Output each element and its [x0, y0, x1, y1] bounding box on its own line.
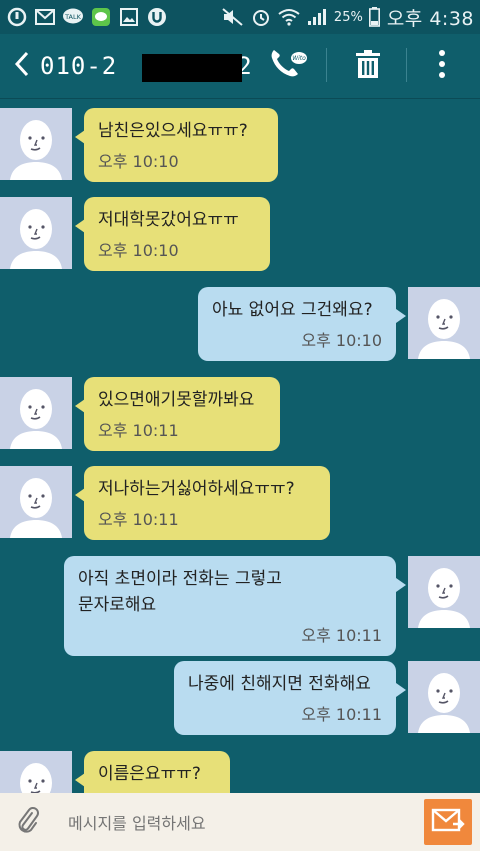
message-time: 오후 10:10 — [98, 152, 179, 171]
battery-percent: 25% — [333, 9, 363, 25]
email-icon — [34, 7, 56, 27]
contact-number-start: 010-2 — [40, 52, 118, 80]
message-time: 오후 10:10 — [301, 331, 382, 350]
u-app-icon — [146, 7, 168, 27]
message-input[interactable] — [66, 807, 410, 839]
message-text: 이름은요ㅠㅠ? — [98, 764, 201, 784]
send-mail-icon — [431, 807, 465, 837]
header-divider — [406, 48, 407, 82]
status-bar: TALK 25% 오후 4:38 — [0, 0, 480, 34]
paperclip-icon — [16, 805, 40, 839]
message-text: 나중에 친해지면 전화해요 — [188, 674, 371, 694]
svg-text:TALK: TALK — [64, 13, 82, 21]
uplus-icon — [6, 7, 28, 27]
wifi-icon — [278, 7, 300, 27]
svg-text:Wito: Wito — [292, 55, 306, 62]
send-button[interactable] — [424, 799, 472, 845]
incoming-message-bubble[interactable]: 남친은있으세요ㅠㅠ? 오후 10:10 — [84, 108, 278, 182]
contact-avatar[interactable] — [0, 197, 72, 269]
message-time: 오후 10:11 — [98, 510, 179, 529]
message-text: 저나하는거싫어하세요ㅠㅠ? — [98, 479, 295, 499]
outgoing-message-bubble[interactable]: 나중에 친해지면 전화해요오후 10:11 — [174, 661, 396, 735]
bubble-tail — [396, 683, 406, 697]
talk-icon: TALK — [62, 7, 84, 27]
message-text: 아뇨 없어요 그건왜요? — [212, 300, 373, 320]
contact-number: 010-2 2 — [40, 52, 253, 82]
call-button[interactable]: Wito — [258, 34, 318, 98]
header-divider — [326, 48, 327, 82]
message-time: 오후 10:11 — [301, 626, 382, 645]
signal-icon — [306, 7, 328, 27]
outgoing-message-bubble[interactable]: 아뇨 없어요 그건왜요? 오후 10:10 — [198, 287, 396, 361]
battery-icon — [369, 7, 381, 27]
trash-icon — [355, 49, 381, 83]
incoming-message-bubble[interactable]: 있으면애기못할까봐요오후 10:11 — [84, 377, 280, 451]
incoming-message-bubble[interactable]: 저대학못갔어요ㅠㅠ 오후 10:10 — [84, 197, 270, 271]
bubble-tail — [396, 578, 406, 592]
bubble-tail — [396, 309, 406, 323]
redaction-bar — [142, 54, 242, 82]
contact-avatar[interactable] — [408, 556, 480, 628]
more-options-button[interactable] — [412, 34, 472, 98]
incoming-message-bubble[interactable]: 저나하는거싫어하세요ㅠㅠ? 오후 10:11 — [84, 466, 330, 540]
alarm-icon — [250, 7, 272, 27]
message-text: 있으면애기못할까봐요 — [98, 390, 255, 410]
message-text: 저대학못갔어요ㅠㅠ — [98, 210, 239, 230]
outgoing-message-bubble[interactable]: 아직 초면이라 전화는 그렇고 문자로해요오후 10:11 — [64, 556, 396, 656]
contact-avatar[interactable] — [0, 377, 72, 449]
mute-icon — [222, 7, 244, 27]
more-vertical-icon — [438, 49, 446, 83]
line-messenger-icon — [90, 7, 112, 27]
chevron-left-icon — [14, 51, 30, 81]
back-button[interactable] — [4, 34, 40, 98]
contact-avatar[interactable] — [0, 466, 72, 538]
attach-button[interactable] — [0, 793, 56, 851]
message-text: 남친은있으세요ㅠㅠ? — [98, 121, 248, 141]
message-time: 오후 10:11 — [301, 705, 382, 724]
contact-avatar[interactable] — [408, 287, 480, 359]
contact-avatar[interactable] — [408, 661, 480, 733]
contact-avatar[interactable] — [0, 108, 72, 180]
compose-bar — [0, 793, 480, 851]
conversation-header: 010-2 2 — [0, 34, 480, 99]
gallery-icon — [118, 7, 140, 27]
phone-icon: Wito — [268, 46, 308, 86]
message-text: 아직 초면이라 전화는 그렇고 문자로해요 — [78, 569, 282, 615]
message-time: 오후 10:10 — [98, 241, 179, 260]
clock: 오후 4:38 — [386, 7, 474, 30]
delete-button[interactable] — [338, 34, 398, 98]
message-time: 오후 10:11 — [98, 421, 179, 440]
